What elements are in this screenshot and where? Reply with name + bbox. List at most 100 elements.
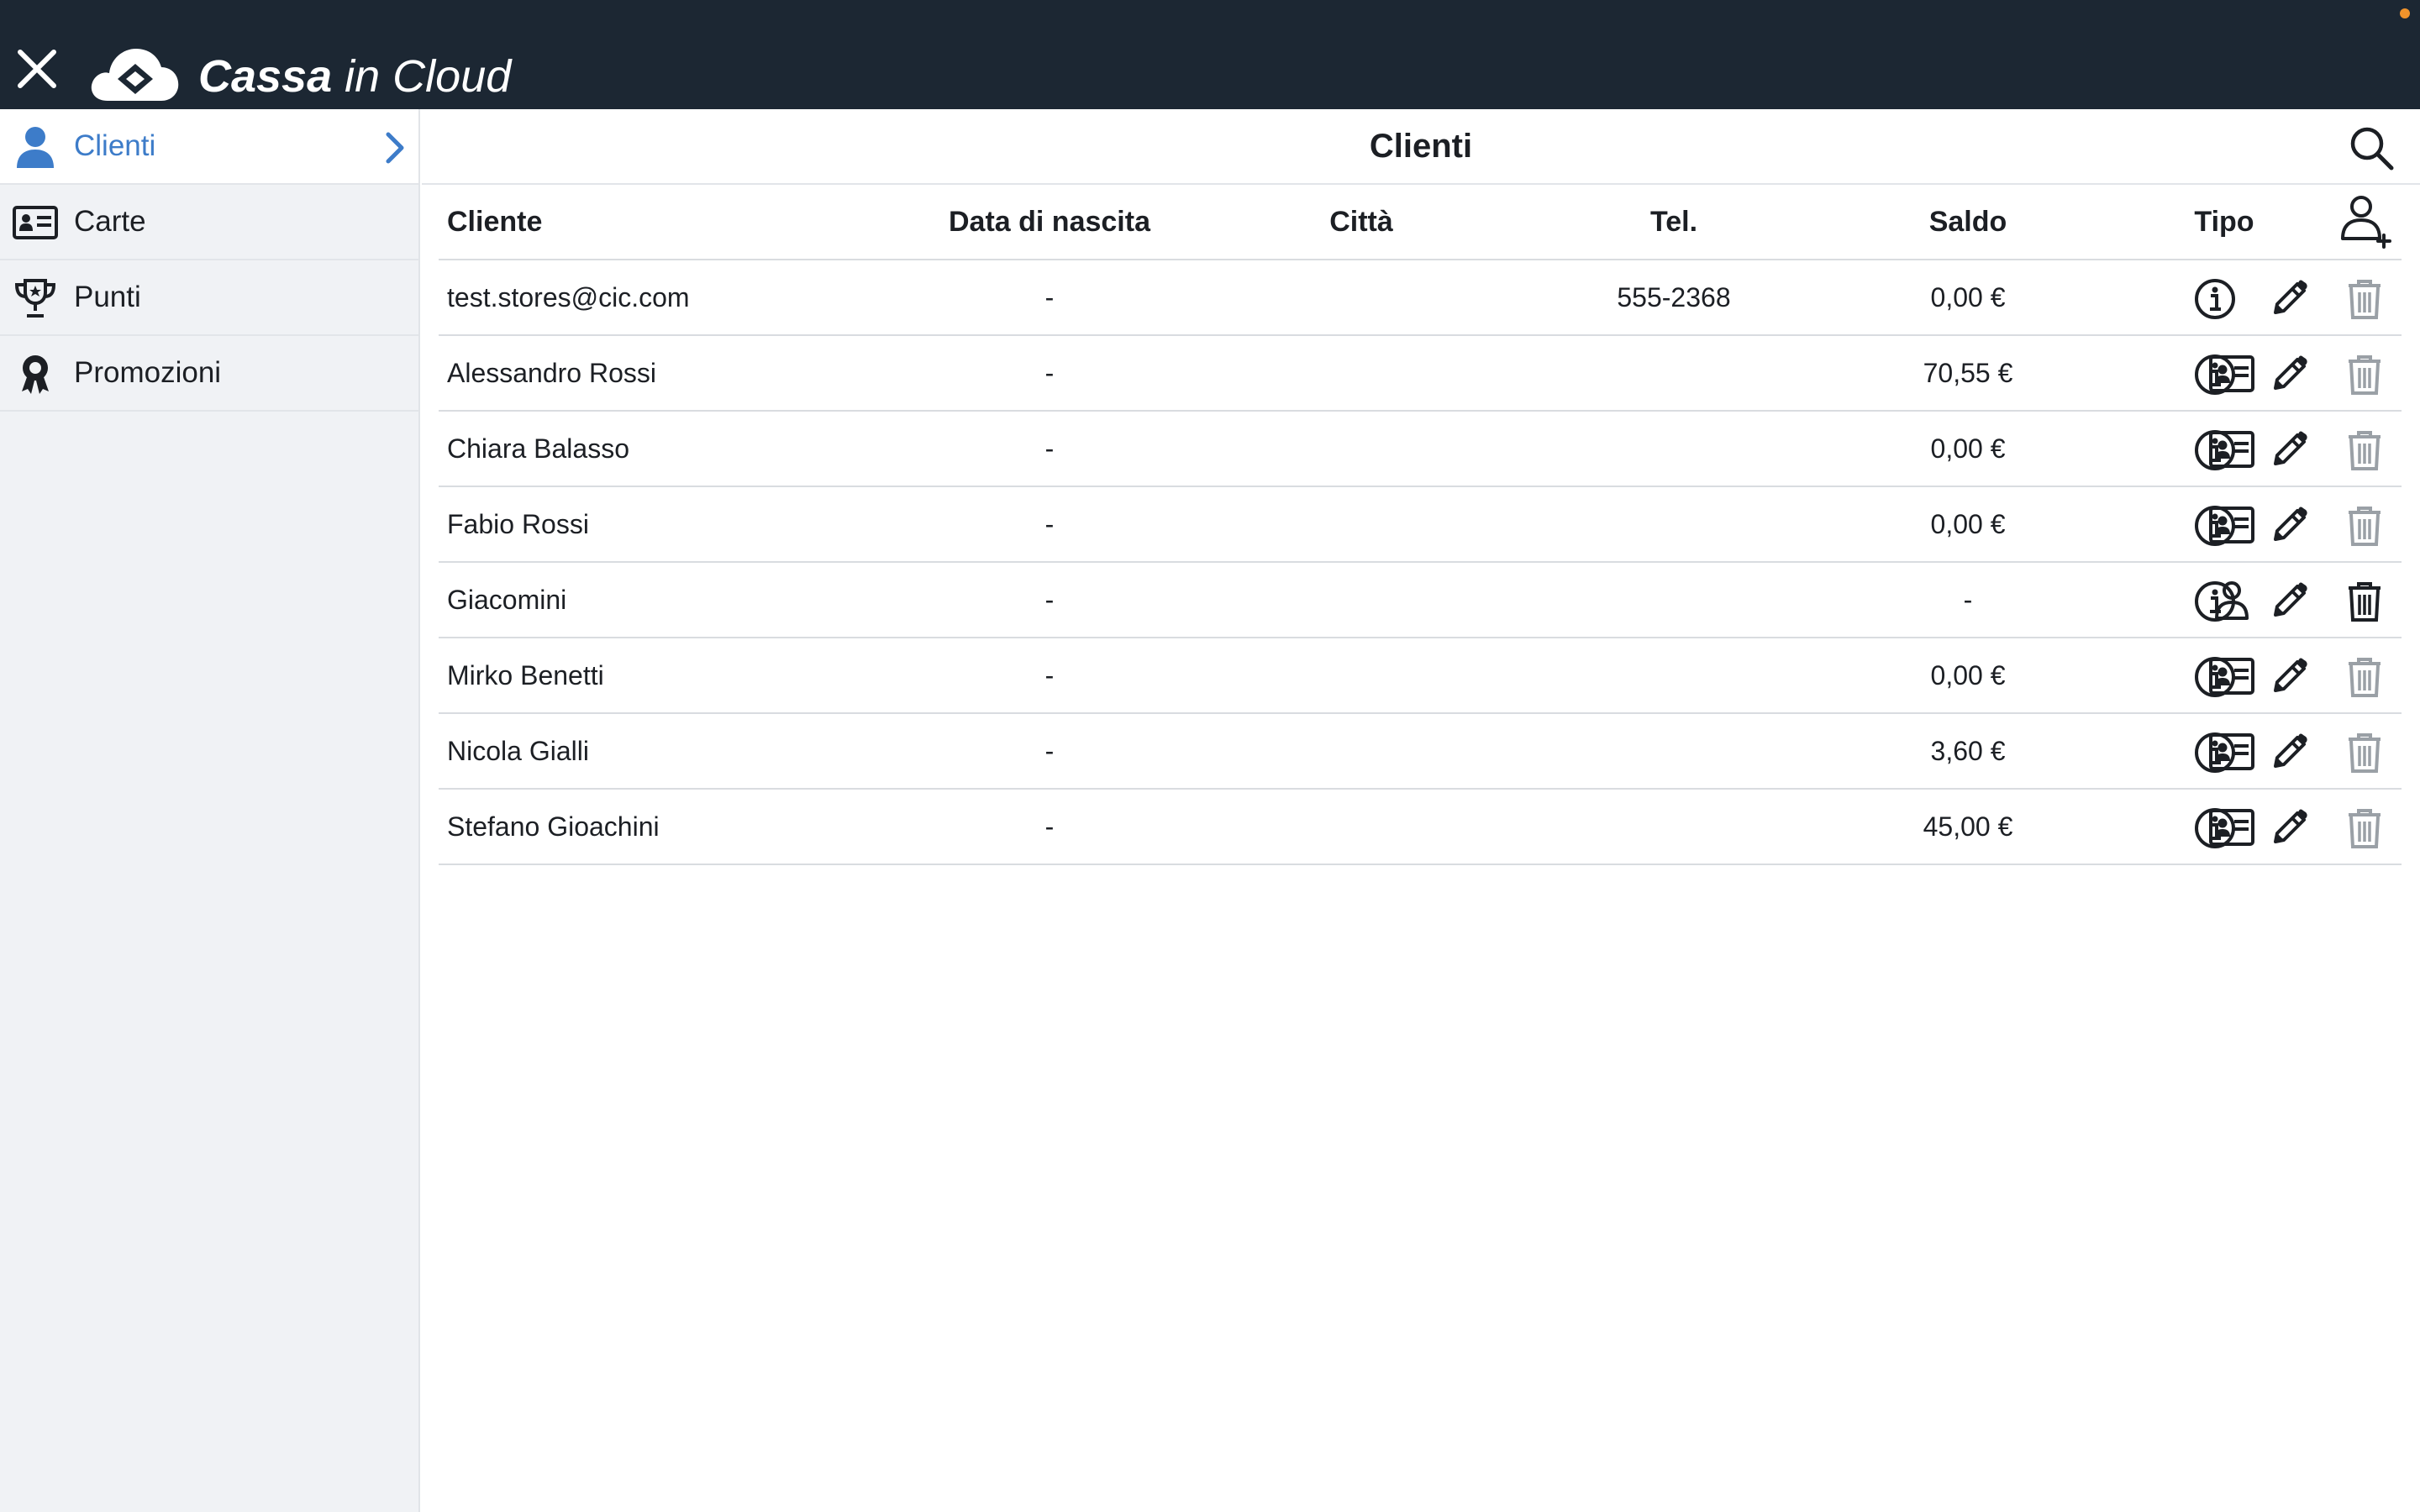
- sidebar-item-carte[interactable]: Carte: [0, 185, 418, 260]
- sidebar-item-promozioni[interactable]: Promozioni: [0, 336, 418, 412]
- trash-icon: [2343, 806, 2386, 850]
- status-dot: [2400, 8, 2410, 18]
- table-row[interactable]: Alessandro Rossi - 70,55 €: [439, 336, 2402, 412]
- client-saldo: 0,00 €: [1930, 509, 2006, 539]
- clients-table: Cliente Data di nascita Città Tel. Saldo…: [439, 185, 2402, 865]
- client-city: [1294, 714, 1428, 788]
- client-city: [1294, 487, 1428, 561]
- ribbon-award-icon: [12, 353, 59, 395]
- brand-light: in Cloud: [332, 51, 512, 102]
- client-city: [1294, 336, 1428, 410]
- client-saldo: 3,60 €: [1930, 736, 2006, 766]
- trash-icon: [2343, 428, 2386, 472]
- client-saldo: 0,00 €: [1930, 282, 2006, 312]
- info-icon[interactable]: [2193, 277, 2237, 321]
- client-name: test.stores@cic.com: [447, 282, 690, 312]
- client-city: [1294, 412, 1428, 486]
- trash-icon: [2343, 655, 2386, 699]
- client-tel: [1531, 714, 1817, 788]
- client-name: Alessandro Rossi: [447, 358, 656, 388]
- pencil-icon[interactable]: [2267, 277, 2311, 321]
- page-title: Clienti: [1369, 128, 1473, 165]
- client-city: [1294, 638, 1428, 712]
- table-row[interactable]: Stefano Gioachini - 45,00 €: [439, 790, 2402, 865]
- client-city: [1294, 260, 1428, 334]
- id-card-icon: [12, 202, 59, 244]
- client-name: Nicola Gialli: [447, 736, 589, 766]
- table-row[interactable]: Fabio Rossi - 0,00 €: [439, 487, 2402, 563]
- client-dob: -: [1044, 509, 1055, 539]
- client-dob: -: [1044, 736, 1055, 766]
- table-row[interactable]: test.stores@cic.com - 555-2368 0,00 €: [439, 260, 2402, 336]
- client-name: Fabio Rossi: [447, 509, 589, 539]
- close-icon[interactable]: [12, 44, 62, 94]
- sidebar-item-clienti[interactable]: Clienti: [0, 109, 418, 185]
- table-row[interactable]: Chiara Balasso - 0,00 €: [439, 412, 2402, 487]
- client-city: [1294, 563, 1428, 637]
- column-header-tel[interactable]: Tel.: [1531, 185, 1817, 259]
- brand-bold: Cassa: [198, 51, 333, 102]
- pencil-icon[interactable]: [2267, 580, 2311, 623]
- client-tel: [1531, 638, 1817, 712]
- pencil-icon[interactable]: [2267, 731, 2311, 774]
- info-icon[interactable]: [2193, 731, 2237, 774]
- user-icon: [12, 126, 59, 168]
- table-row[interactable]: Nicola Gialli - 3,60 €: [439, 714, 2402, 790]
- table-row[interactable]: Mirko Benetti - 0,00 €: [439, 638, 2402, 714]
- trash-icon: [2343, 504, 2386, 548]
- column-header-tipo[interactable]: Tipo: [2119, 185, 2329, 259]
- pencil-icon[interactable]: [2267, 806, 2311, 850]
- table-header-row: Cliente Data di nascita Città Tel. Saldo…: [439, 185, 2402, 260]
- client-dob: -: [1044, 811, 1055, 842]
- client-name: Mirko Benetti: [447, 660, 604, 690]
- client-saldo: -: [1963, 585, 1973, 615]
- client-dob: -: [1044, 660, 1055, 690]
- sidebar-item-label: Promozioni: [74, 356, 222, 389]
- brand-name: Cassa in Cloud: [198, 47, 511, 106]
- pencil-icon[interactable]: [2267, 353, 2311, 396]
- client-saldo: 0,00 €: [1930, 433, 2006, 464]
- client-name: Chiara Balasso: [447, 433, 629, 464]
- client-dob: -: [1044, 433, 1055, 464]
- add-user-icon[interactable]: [2339, 193, 2393, 249]
- trash-icon: [2343, 731, 2386, 774]
- column-header-saldo[interactable]: Saldo: [1817, 185, 2119, 259]
- sidebar-item-label: Carte: [74, 205, 146, 238]
- search-icon[interactable]: [2348, 124, 2395, 171]
- sidebar-item-punti[interactable]: Punti: [0, 260, 418, 336]
- main-header: Clienti: [422, 109, 2420, 185]
- pencil-icon[interactable]: [2267, 428, 2311, 472]
- info-icon[interactable]: [2193, 580, 2237, 623]
- client-dob: -: [1044, 358, 1055, 388]
- table-row[interactable]: Giacomini - -: [439, 563, 2402, 638]
- client-name: Giacomini: [447, 585, 567, 615]
- pencil-icon[interactable]: [2267, 504, 2311, 548]
- client-tel: [1531, 790, 1817, 864]
- info-icon[interactable]: [2193, 655, 2237, 699]
- info-icon[interactable]: [2193, 353, 2237, 396]
- trash-icon: [2343, 277, 2386, 321]
- client-saldo: 0,00 €: [1930, 660, 2006, 690]
- column-header-cliente[interactable]: Cliente: [447, 185, 542, 259]
- client-tel: [1531, 563, 1817, 637]
- client-name: Stefano Gioachini: [447, 811, 660, 842]
- client-dob: -: [1044, 282, 1055, 312]
- top-bar: Cassa in Cloud: [0, 0, 2420, 109]
- cassa-in-cloud-logo-icon: [89, 42, 182, 104]
- pencil-icon[interactable]: [2267, 655, 2311, 699]
- client-tel: [1531, 336, 1817, 410]
- client-city: [1294, 790, 1428, 864]
- client-saldo: 70,55 €: [1923, 358, 2013, 388]
- sidebar-item-label: Punti: [74, 281, 141, 313]
- client-dob: -: [1044, 585, 1055, 615]
- trash-icon: [2343, 353, 2386, 396]
- client-tel: [1531, 412, 1817, 486]
- trash-icon[interactable]: [2343, 580, 2386, 623]
- chevron-right-icon: [380, 131, 410, 165]
- trophy-icon: [12, 277, 59, 319]
- info-icon[interactable]: [2193, 504, 2237, 548]
- info-icon[interactable]: [2193, 806, 2237, 850]
- column-header-data-di-nascita[interactable]: Data di nascita: [901, 185, 1198, 259]
- info-icon[interactable]: [2193, 428, 2237, 472]
- column-header-citta[interactable]: Città: [1294, 185, 1428, 259]
